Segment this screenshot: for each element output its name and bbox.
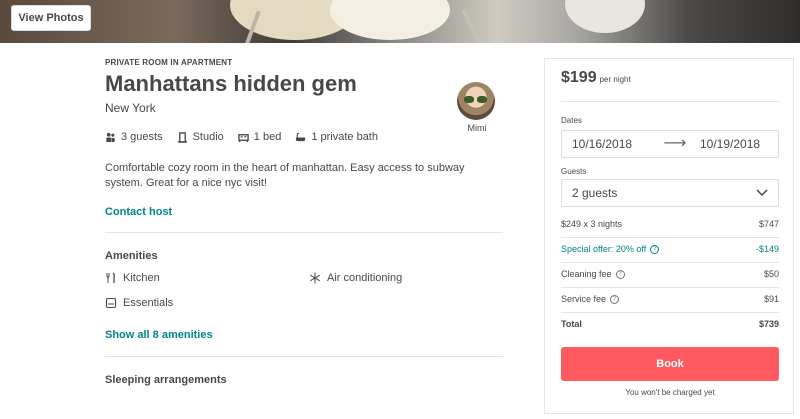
dates-picker: 10/16/2018 ⟶ 10/19/2018 [561,130,779,158]
section-divider [105,232,503,233]
line-amount: -$149 [755,244,779,254]
amenity-label: Air conditioning [327,272,403,284]
price-line-total: Total $739 [561,319,779,329]
price-line-service-fee: Service fee? $91 [561,294,779,304]
contact-host-link[interactable]: Contact host [105,206,505,218]
line-label: Cleaning fee [561,269,612,279]
price-line-nights: $249 x 3 nights $747 [561,219,779,229]
price-line-special-offer: Special offer: 20% off? -$149 [561,244,779,254]
book-button[interactable]: Book [561,347,779,381]
fact-guests: 3 guests [105,131,163,143]
fact-label: 1 bed [253,131,282,143]
view-photos-button[interactable]: View Photos [11,5,91,31]
fact-label: Studio [192,131,224,143]
info-icon[interactable]: ? [650,244,660,254]
card-divider [561,312,779,313]
fact-studio: Studio [177,131,224,143]
info-icon[interactable]: ? [610,294,620,304]
fact-bath: 1 private bath [295,131,378,143]
guests-icon [106,132,115,142]
fact-bed: 1 bed [238,131,282,143]
host-profile[interactable]: Mimi [457,82,497,133]
line-amount: $747 [758,219,779,229]
listing-details: PRIVATE ROOM IN APARTMENT Manhattans hid… [105,58,505,386]
line-label: Special offer: 20% off [561,244,647,254]
info-icon[interactable]: ? [615,269,625,279]
line-amount: $50 [763,269,779,279]
amenity-kitchen: Kitchen [105,272,160,284]
bath-icon [296,132,306,141]
per-night-label: per night [599,75,631,84]
photo-decor [461,9,483,43]
arrow-right-icon: ⟶ [663,135,687,152]
check-in-input[interactable]: 10/16/2018 [572,137,662,151]
no-charge-note: You won't be charged yet [625,388,715,397]
amenities-list: Kitchen Air conditioning Essentials [105,272,505,332]
listing-city: New York [105,101,156,115]
chevron-down-icon [756,189,768,197]
listing-description: Comfortable cozy room in the heart of ma… [105,162,465,189]
card-divider [561,237,779,238]
amenity-label: Essentials [123,297,174,309]
check-out-input[interactable]: 10/19/2018 [700,137,760,151]
line-amount: $739 [758,319,779,329]
nightly-price: $199 [561,69,597,86]
guests-value: 2 guests [572,186,618,200]
host-avatar[interactable] [457,82,495,120]
essentials-icon [105,297,117,309]
fact-label: 1 private bath [311,131,378,143]
guests-select[interactable]: 2 guests [561,179,779,207]
line-label: $249 x 3 nights [561,219,623,229]
card-divider [561,287,779,288]
card-divider [561,101,779,102]
bed-icon [238,133,249,142]
amenity-essentials: Essentials [105,297,173,309]
amenity-label: Kitchen [123,272,160,284]
dates-label: Dates [561,116,582,125]
host-name: Mimi [467,123,487,133]
listing-title: Manhattans hidden gem [105,71,357,96]
line-label: Service fee [561,294,607,304]
studio-icon [177,131,187,143]
listing-photo-banner[interactable]: View Photos [0,0,800,43]
kitchen-icon [106,272,115,283]
line-amount: $91 [763,294,779,304]
booking-card: $199 per night Dates 10/16/2018 ⟶ 10/19/… [544,58,794,414]
amenity-air-conditioning: Air conditioning [309,272,402,284]
fact-label: 3 guests [121,131,163,143]
price-line-cleaning-fee: Cleaning fee? $50 [561,269,779,279]
snowflake-icon [309,272,321,284]
room-type: PRIVATE ROOM IN APARTMENT [105,58,233,67]
price-summary: $199 per night [561,69,631,87]
card-divider [561,262,779,263]
sleeping-arrangements-title: Sleeping arrangements [105,374,227,386]
photo-decor [330,0,450,40]
line-label: Total [561,319,582,329]
photo-decor [565,0,645,33]
amenities-title: Amenities [105,250,158,262]
guests-label: Guests [561,167,587,176]
listing-facts: 3 guests Studio 1 bed 1 private bath [105,131,505,143]
section-divider [105,356,503,357]
